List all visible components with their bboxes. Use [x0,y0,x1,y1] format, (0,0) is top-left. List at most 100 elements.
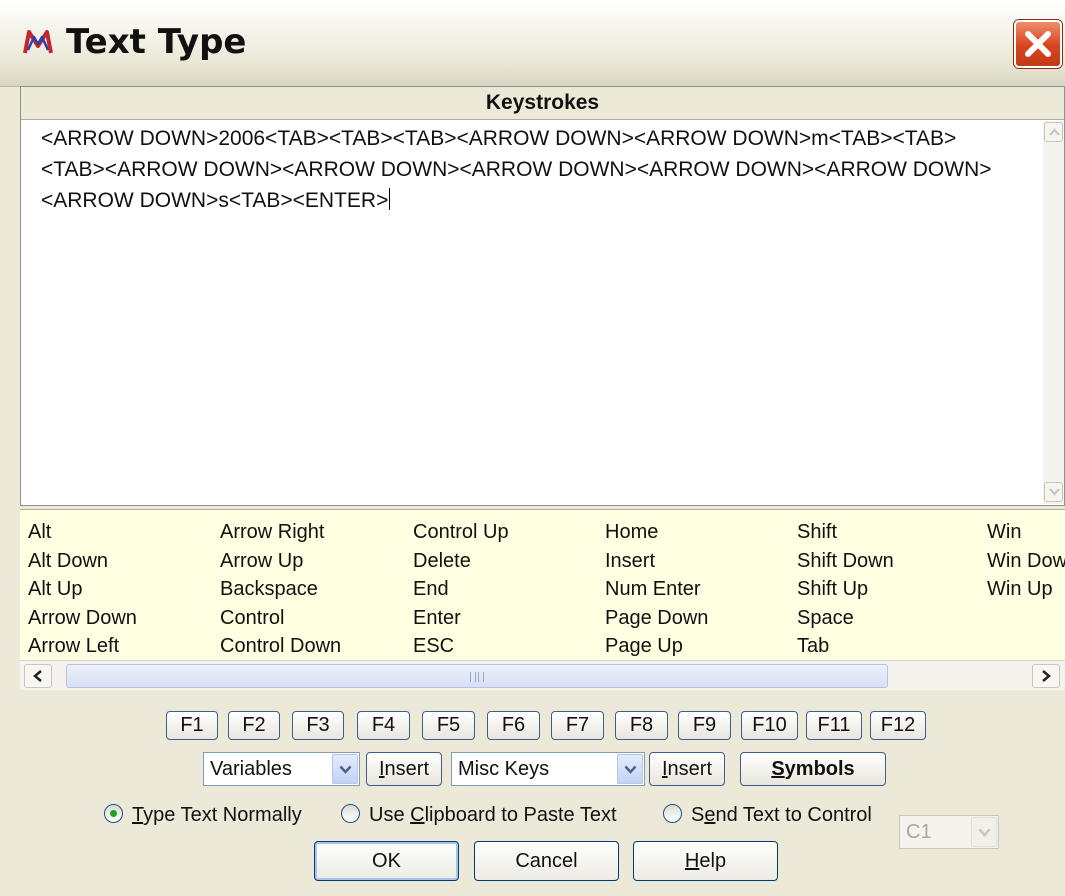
chevron-right-icon [1042,670,1051,682]
key-item[interactable]: Num Enter [605,575,708,604]
key-item[interactable]: Alt Up [28,575,137,604]
key-column-4: Home Insert Num Enter Page Down Page Up [605,518,708,660]
key-item[interactable]: End [413,575,509,604]
key-item[interactable]: Arrow Down [28,604,137,633]
key-column-1: Alt Alt Down Alt Up Arrow Down Arrow Lef… [28,518,137,660]
help-label: elp [699,850,727,872]
label-rest: ype Text Normally [143,804,302,826]
f5-button[interactable]: F5 [422,711,475,740]
radio-circle[interactable] [663,804,682,823]
keystrokes-header: Keystrokes [21,87,1064,120]
ok-button[interactable]: OK [314,841,459,881]
key-item[interactable]: Tab [797,632,894,660]
key-item[interactable]: Delete [413,547,509,576]
f2-button[interactable]: F2 [228,711,280,740]
variables-select-value: Variables [210,758,292,780]
key-list-horizontal-scrollbar[interactable] [20,660,1065,690]
misc-keys-dropdown-button[interactable] [617,754,643,784]
key-item[interactable]: Win [987,518,1065,547]
label-pre: S [691,804,705,826]
key-item[interactable]: Page Up [605,632,708,660]
title-bar[interactable]: Text Type [0,0,1065,87]
key-item[interactable]: Control Down [220,632,341,660]
key-item[interactable]: Control [220,604,341,633]
mnemonic: e [704,804,716,826]
variables-dropdown-button[interactable] [332,754,358,784]
key-item[interactable]: Shift Up [797,575,894,604]
f6-button[interactable]: F6 [487,711,540,740]
chevron-down-icon [339,765,352,774]
key-item[interactable]: Shift [797,518,894,547]
f12-button[interactable]: F12 [870,711,926,740]
cancel-button[interactable]: Cancel [474,841,619,881]
f7-button[interactable]: F7 [551,711,604,740]
chevron-down-icon [978,828,991,837]
label-rest: nd Text to Control [715,804,872,826]
key-item[interactable]: Backspace [220,575,341,604]
key-item[interactable]: Arrow Left [28,632,137,660]
app-logo-icon [23,30,53,54]
insert-label: nsert [384,758,430,780]
chevron-down-icon [624,765,637,774]
radio-label: Send Text to Control [691,803,872,827]
help-button[interactable]: Help [633,841,778,881]
f1-button[interactable]: F1 [166,711,218,740]
key-item[interactable]: Win Up [987,575,1065,604]
f4-button[interactable]: F4 [357,711,410,740]
window-title: Text Type [66,22,247,62]
key-item[interactable]: Home [605,518,708,547]
grip-icon [470,672,484,682]
label-rest: lipboard to Paste Text [424,804,617,826]
text-type-dialog: Text Type Keystrokes <ARROW DOWN>2006<TA… [0,0,1065,896]
key-item[interactable]: Arrow Right [220,518,341,547]
key-item[interactable]: Win Down [987,547,1065,576]
keystrokes-textarea[interactable]: <ARROW DOWN>2006<TAB><TAB><TAB><ARROW DO… [41,123,1016,216]
key-item[interactable]: ESC [413,632,509,660]
key-item[interactable]: Arrow Up [220,547,341,576]
variables-select[interactable]: Variables [203,752,360,786]
f9-button[interactable]: F9 [678,711,731,740]
scroll-down-button[interactable] [1044,482,1063,502]
f10-button[interactable]: F10 [741,711,798,740]
scroll-right-button[interactable] [1032,664,1060,688]
key-item[interactable]: Insert [605,547,708,576]
key-item[interactable]: Page Down [605,604,708,633]
scroll-thumb[interactable] [66,664,888,688]
key-column-5: Shift Shift Down Shift Up Space Tab [797,518,894,660]
key-item[interactable]: Shift Down [797,547,894,576]
insert-label: nsert [667,758,713,780]
radio-circle[interactable] [341,804,360,823]
f8-button[interactable]: F8 [615,711,668,740]
misc-keys-select-value: Misc Keys [458,758,550,780]
key-item[interactable]: Space [797,604,894,633]
scroll-up-button[interactable] [1044,122,1063,142]
symbols-button[interactable]: Symbols [740,752,886,786]
control-select-disabled: C1 [899,815,999,849]
key-item[interactable]: Alt Down [28,547,137,576]
help-mnemonic: H [684,850,700,872]
f3-button[interactable]: F3 [292,711,344,740]
radio-checked-dot [110,810,117,817]
key-item[interactable]: Enter [413,604,509,633]
symbols-label: ymbols [784,758,855,780]
keystrokes-vertical-scrollbar[interactable] [1043,121,1064,504]
f11-button[interactable]: F11 [806,711,862,740]
close-icon [1025,31,1051,57]
chevron-up-icon [1049,128,1060,136]
misc-keys-select[interactable]: Misc Keys [451,752,645,786]
key-item[interactable]: Control Up [413,518,509,547]
control-dropdown-button [971,817,997,847]
mnemonic: C [410,804,425,826]
label-pre: Use [369,804,411,826]
keystrokes-panel: Keystrokes <ARROW DOWN>2006<TAB><TAB><TA… [20,86,1065,506]
radio-circle[interactable] [104,804,123,823]
close-button[interactable] [1014,20,1062,68]
scroll-left-button[interactable] [24,664,52,688]
chevron-left-icon [33,670,42,682]
variables-insert-button[interactable]: Insert [366,752,442,786]
special-keys-list[interactable]: Alt Alt Down Alt Up Arrow Down Arrow Lef… [20,509,1065,660]
radio-label: Use Clipboard to Paste Text [369,803,617,827]
key-item[interactable]: Alt [28,518,137,547]
mnemonic: T [132,804,144,826]
misc-keys-insert-button[interactable]: Insert [649,752,725,786]
